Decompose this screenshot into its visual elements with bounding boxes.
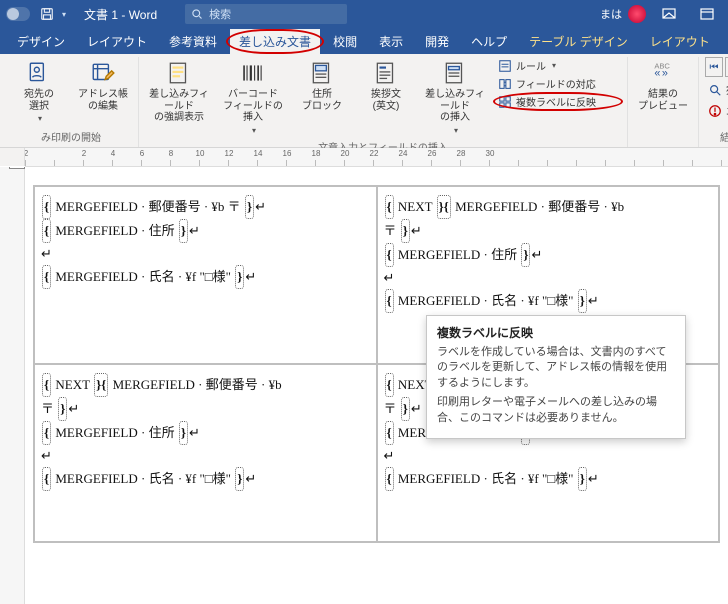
username: まは [600, 6, 622, 22]
update-labels-icon [498, 95, 512, 109]
tab-layout[interactable]: レイアウト [78, 29, 156, 54]
search-icon [191, 8, 203, 20]
find-recipient-button[interactable]: 宛先の検索 [705, 81, 728, 98]
edit-recipients-button[interactable]: アドレス帳 の編集 [74, 57, 132, 114]
tooltip: 複数ラベルに反映 ラベルを作成している場合は、文書内のすべてのラベルを更新して、… [426, 315, 686, 439]
minimize-ribbon-icon[interactable] [692, 0, 722, 28]
qat-dropdown-icon[interactable]: ▾ [62, 10, 66, 19]
tab-design[interactable]: デザイン [8, 29, 74, 54]
find-recipient-icon [708, 83, 722, 97]
save-icon[interactable] [38, 5, 56, 23]
group-label-preview [662, 131, 665, 147]
tab-view[interactable]: 表示 [370, 29, 412, 54]
preview-results-button[interactable]: «»ABC 結果の プレビュー [634, 57, 692, 114]
document-title: 文書 1 - Word [84, 6, 157, 23]
first-record-button[interactable]: ⏮ [705, 57, 723, 77]
preview-results-icon: «»ABC [649, 59, 677, 87]
document-area: ✥ { MERGEFIELD · 郵便番号 · ¥b 〒 }↵ { MERGEF… [0, 167, 728, 604]
group-label-start: み印刷の開始 [41, 127, 101, 147]
insert-field-button[interactable]: 差し込みフィールド の挿入▾ [421, 57, 489, 137]
title-bar: ▾ 文書 1 - Word 検索 まは [0, 0, 728, 28]
horizontal-ruler[interactable]: 224681012141618202224262830464850 [0, 148, 728, 167]
highlight-fields-icon [165, 59, 193, 87]
user-account[interactable]: まは [600, 5, 646, 23]
select-recipients-icon [25, 59, 53, 87]
ribbon-tabs: デザイン レイアウト 参考資料 差し込み文書 校閲 表示 開発 ヘルプ テーブル… [0, 28, 728, 54]
tab-help[interactable]: ヘルプ [462, 29, 516, 54]
tab-developer[interactable]: 開発 [416, 29, 458, 54]
tab-table-design[interactable]: テーブル デザイン [520, 29, 637, 54]
check-errors-button[interactable]: エラーのチェック [705, 102, 728, 119]
tooltip-title: 複数ラベルに反映 [437, 324, 675, 341]
tab-references[interactable]: 参考資料 [160, 29, 226, 54]
label-cell[interactable]: { NEXT }{ MERGEFIELD · 郵便番号 · ¥b 〒 }↵ { … [34, 364, 377, 542]
insert-field-icon [441, 59, 469, 87]
user-avatar-icon [628, 5, 646, 23]
address-block-icon [308, 59, 336, 87]
group-label-preview2: 結果のプレビュー [720, 127, 728, 147]
rules-icon [498, 59, 512, 73]
tooltip-text: ラベルを作成している場合は、文書内のすべてのラベルを更新して、アドレス帳の情報を… [437, 345, 675, 391]
tab-table-layout[interactable]: レイアウト [641, 29, 719, 54]
greeting-button[interactable]: 挨拶文 (英文) [357, 57, 415, 114]
svg-text:ABC: ABC [654, 62, 670, 71]
barcode-button[interactable]: バーコード フィールドの挿入▾ [219, 57, 287, 137]
label-cell[interactable]: { MERGEFIELD · 郵便番号 · ¥b 〒 }↵ { MERGEFIE… [34, 186, 377, 364]
search-placeholder: 検索 [209, 6, 231, 22]
highlight-fields-button[interactable]: 差し込みフィールド の強調表示 [145, 57, 213, 126]
table-move-handle-icon[interactable]: ✥ [9, 167, 25, 169]
tooltip-text: 印刷用レターや電子メールへの差し込みの場合、このコマンドは必要ありません。 [437, 395, 675, 426]
select-recipients-button[interactable]: 宛先の 選択▾ [10, 57, 68, 125]
rules-button[interactable]: ルール▾ [495, 57, 621, 74]
ribbon: 宛先の 選択▾ アドレス帳 の編集 み印刷の開始 差し込みフィールド の強調表示… [0, 54, 728, 148]
tab-mailings[interactable]: 差し込み文書 [230, 29, 320, 54]
address-block-button[interactable]: 住所 ブロック [293, 57, 351, 114]
update-labels-button[interactable]: 複数ラベルに反映 [495, 93, 621, 110]
check-errors-icon [708, 104, 722, 118]
record-navigation: ⏮ ◁ 1 ▷ ⏭ [705, 57, 728, 77]
vertical-ruler[interactable] [0, 167, 25, 604]
match-fields-button[interactable]: フィールドの対応 [495, 75, 621, 92]
barcode-icon [239, 59, 267, 87]
match-fields-icon [498, 77, 512, 91]
edit-recipients-icon [89, 59, 117, 87]
autosave-toggle[interactable] [6, 7, 30, 21]
search-input[interactable]: 検索 [185, 4, 347, 24]
tab-review[interactable]: 校閲 [324, 29, 366, 54]
ribbon-display-options-icon[interactable] [654, 0, 684, 28]
greeting-icon [372, 59, 400, 87]
